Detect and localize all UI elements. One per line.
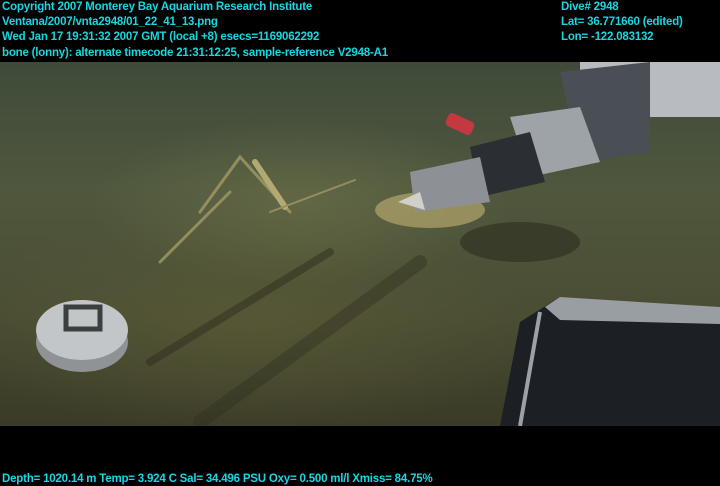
timestamp-text: Wed Jan 17 19:31:32 2007 GMT (local +8) …: [2, 31, 320, 43]
latitude: Lat= 36.771660 (edited): [561, 16, 683, 28]
red-debris: [445, 113, 475, 135]
copyright-text: Copyright 2007 Monterey Bay Aquarium Res…: [2, 1, 313, 13]
video-frame: Copyright 2007 Monterey Bay Aquarium Res…: [0, 0, 720, 486]
file-path-text: Ventana/2007/vnta2948/01_22_41_13.png: [2, 16, 218, 28]
seafloor-image: [0, 62, 720, 429]
seafloor-scene: [36, 62, 720, 429]
manipulator-arm: [398, 62, 720, 212]
telemetry-readout: Depth= 1020.14 m Temp= 3.924 C Sal= 34.4…: [2, 473, 433, 485]
whale-bones: [146, 154, 427, 429]
sample-canister: [36, 300, 128, 372]
dive-number: Dive# 2948: [561, 1, 619, 13]
longitude: Lon= -122.083132: [561, 31, 654, 43]
instrument-box: [500, 297, 720, 427]
annotation-text: bone (lonny): alternate timecode 21:31:1…: [2, 47, 388, 59]
